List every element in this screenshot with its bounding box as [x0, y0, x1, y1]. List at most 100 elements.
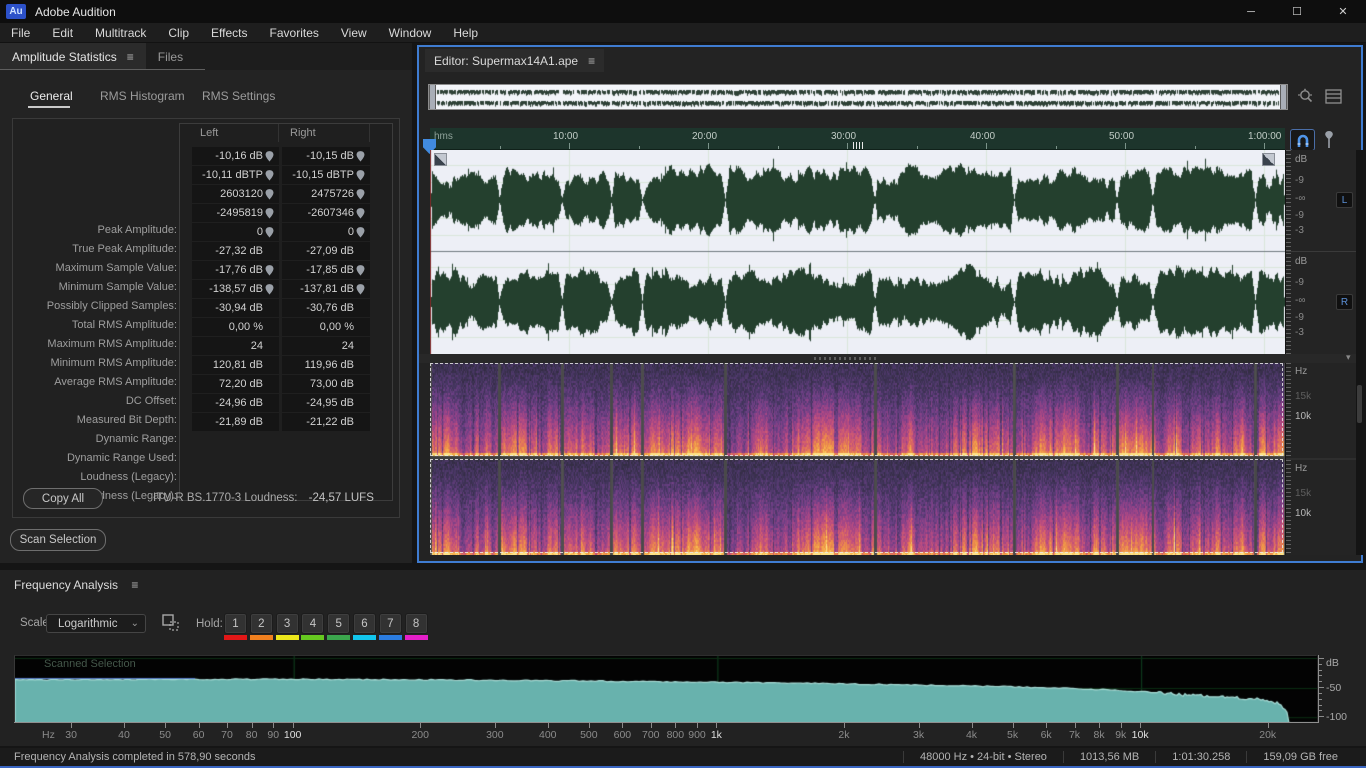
- display-list-icon[interactable]: [1325, 89, 1342, 104]
- editor-panel-menu-icon[interactable]: ≡: [588, 54, 595, 68]
- view-splitter[interactable]: [419, 354, 1361, 363]
- scroll-down-icon[interactable]: ▾: [1346, 352, 1351, 363]
- stat-label: Loudness (Legacy):: [13, 468, 177, 487]
- x-axis-tick: [199, 723, 200, 728]
- channel-l-badge[interactable]: L: [1336, 192, 1353, 208]
- timeline-unit-label: hms: [434, 131, 453, 142]
- menu-view[interactable]: View: [330, 23, 378, 43]
- stat-value-left: 0,00 %: [192, 318, 279, 336]
- zoom-navigator-icon[interactable]: [1297, 88, 1315, 106]
- close-button[interactable]: ✕: [1320, 0, 1366, 23]
- frequency-panel-menu-icon[interactable]: ≡: [131, 578, 138, 592]
- hold-button-6[interactable]: 6: [353, 613, 376, 634]
- stat-value-right: -17,85 dB: [282, 261, 370, 279]
- stat-value-right: 0,00 %: [282, 318, 370, 336]
- hold-button-3[interactable]: 3: [276, 613, 299, 634]
- tab-editor[interactable]: Editor: Supermax14A1.ape ≡: [425, 49, 604, 72]
- stat-value-text: -30,94 dB: [215, 302, 263, 314]
- hold-button-1[interactable]: 1: [224, 613, 247, 634]
- tab-rms-settings[interactable]: RMS Settings: [202, 89, 275, 103]
- frequency-plot-canvas[interactable]: [15, 656, 1317, 723]
- x-axis-tick: [548, 723, 549, 728]
- pin-slot-empty: [263, 245, 276, 257]
- y-axis-tick: [1319, 693, 1322, 694]
- spectrogram-canvas[interactable]: [430, 363, 1285, 555]
- timeline-major-tick: [847, 143, 848, 150]
- scrollbar-thumb[interactable]: [1357, 385, 1362, 423]
- marker-pin-icon: [354, 264, 367, 276]
- stat-value-right: 73,00 dB: [282, 375, 370, 393]
- overview-navigator[interactable]: [428, 84, 1288, 110]
- tab-files[interactable]: Files: [146, 43, 195, 70]
- snap-toggle-button[interactable]: [1290, 129, 1315, 151]
- menu-window[interactable]: Window: [378, 23, 443, 43]
- x-axis-tick-label: 9k: [1115, 729, 1126, 741]
- y-axis-tick-label: -50: [1326, 682, 1341, 694]
- frequency-ruler-label: 10k: [1295, 411, 1311, 422]
- spectral-display[interactable]: [430, 363, 1285, 555]
- menu-effects[interactable]: Effects: [200, 23, 258, 43]
- splitter-grip[interactable]: [814, 357, 878, 360]
- maximize-button[interactable]: ☐: [1274, 0, 1320, 23]
- x-axis-tick-label: 70: [221, 729, 233, 741]
- menu-edit[interactable]: Edit: [41, 23, 84, 43]
- hold-button-4[interactable]: 4: [301, 613, 324, 634]
- x-axis-tick: [1099, 723, 1100, 728]
- menu-bar: FileEditMultitrackClipEffectsFavoritesVi…: [0, 23, 1366, 43]
- tab-general[interactable]: General: [30, 89, 73, 103]
- copy-selection-icon[interactable]: [161, 613, 181, 633]
- frequency-ruler-label: 10k: [1295, 508, 1311, 519]
- menu-help[interactable]: Help: [442, 23, 489, 43]
- menu-clip[interactable]: Clip: [157, 23, 200, 43]
- minimize-button[interactable]: ─: [1228, 0, 1274, 23]
- copy-all-button[interactable]: Copy All: [23, 488, 103, 509]
- stat-value-left: -27,32 dB: [192, 242, 279, 260]
- stat-value-left: 24: [192, 337, 279, 355]
- scale-dropdown[interactable]: Logarithmic ⌄: [46, 614, 146, 633]
- fade-in-handle[interactable]: [434, 153, 447, 166]
- stat-value-text: 73,00 dB: [310, 378, 354, 390]
- marker-tool-icon[interactable]: [1322, 130, 1336, 149]
- marker-pin-icon: [354, 169, 367, 181]
- vertical-scrollbar[interactable]: [1356, 150, 1363, 555]
- x-axis-tick: [252, 723, 253, 728]
- menu-file[interactable]: File: [0, 23, 41, 43]
- stat-value-text: 2475726: [311, 188, 354, 200]
- x-axis-tick-label: 30: [65, 729, 77, 741]
- pin-slot-empty: [354, 321, 367, 333]
- hold-button-8[interactable]: 8: [405, 613, 428, 634]
- waveform-canvas[interactable]: [430, 150, 1285, 354]
- navigator-right-handle[interactable]: [1280, 85, 1287, 109]
- editor-panel: Editor: Supermax14A1.ape ≡ hms 10:0020:0…: [417, 45, 1363, 563]
- timeline-tick-label: 30:00: [831, 131, 856, 142]
- hold-color-strip: [224, 635, 247, 640]
- stat-label: Average RMS Amplitude:: [13, 373, 177, 392]
- hold-button-7[interactable]: 7: [379, 613, 402, 634]
- y-axis-tick-label: -100: [1326, 711, 1347, 723]
- stat-value-right: 2475726: [282, 185, 370, 203]
- frequency-plot[interactable]: [14, 655, 1316, 722]
- waveform-display[interactable]: [430, 150, 1285, 354]
- menu-multitrack[interactable]: Multitrack: [84, 23, 157, 43]
- channel-r-badge[interactable]: R: [1336, 294, 1353, 310]
- timeline-major-tick: [1264, 143, 1265, 150]
- navigator-left-handle[interactable]: [429, 85, 436, 109]
- channel-divider: [1286, 251, 1357, 252]
- stat-value-left: -24,96 dB: [192, 394, 279, 412]
- stat-value-text: -21,89 dB: [215, 416, 263, 428]
- stat-value-right: -21,22 dB: [282, 413, 370, 431]
- stat-value-left: -10,11 dBTP: [192, 166, 279, 184]
- menu-favorites[interactable]: Favorites: [259, 23, 330, 43]
- fade-out-handle[interactable]: [1262, 153, 1275, 166]
- amplitude-ruler-label: -∞: [1295, 295, 1305, 306]
- tab-amplitude-statistics[interactable]: Amplitude Statistics ≡: [0, 43, 146, 70]
- timeline-marker-tick: [859, 142, 860, 149]
- timeline-ruler[interactable]: hms 10:0020:0030:0040:0050:001:00:00: [430, 128, 1285, 150]
- navigator-waveform-canvas[interactable]: [429, 85, 1287, 109]
- stat-value-text: 120,81 dB: [213, 359, 263, 371]
- panel-menu-icon[interactable]: ≡: [127, 50, 134, 64]
- scan-selection-button[interactable]: Scan Selection: [10, 529, 106, 551]
- hold-button-2[interactable]: 2: [250, 613, 273, 634]
- hold-button-5[interactable]: 5: [327, 613, 350, 634]
- tab-rms-histogram[interactable]: RMS Histogram: [100, 89, 185, 103]
